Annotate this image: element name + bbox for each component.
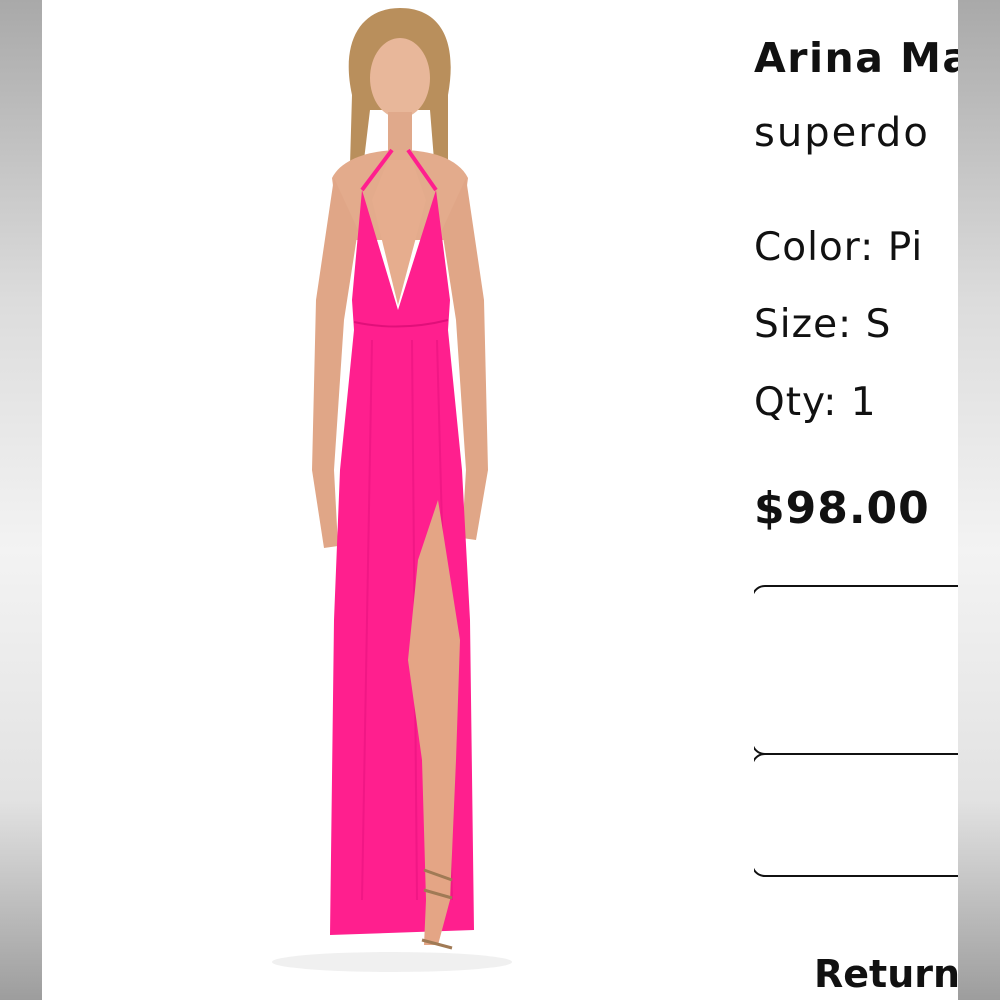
left-blur-border [0, 0, 42, 1000]
product-title[interactable]: Arina Ma [754, 34, 958, 82]
floor-shadow [272, 952, 512, 972]
size-row: Size: S [754, 302, 891, 347]
neck [388, 112, 412, 152]
price: $98.00 [754, 483, 930, 534]
qty-value: 1 [850, 380, 877, 425]
color-row: Color: Pi [754, 225, 923, 270]
returns-link[interactable]: Return [814, 952, 958, 996]
product-photo[interactable] [212, 0, 572, 1000]
qty-row: Qty: 1 [754, 380, 877, 425]
size-label: Size: [754, 302, 853, 347]
action-button-primary[interactable] [754, 585, 958, 755]
face [370, 38, 430, 118]
action-button-secondary[interactable] [754, 753, 958, 877]
order-details: Arina Ma superdo Color: Pi Size: S Qty: 1 $… [754, 0, 958, 1000]
size-value: S [865, 302, 892, 347]
right-blur-border [958, 0, 1000, 1000]
brand-name[interactable]: superdo [754, 110, 930, 156]
product-view: Arina Ma superdo Color: Pi Size: S Qty: 1 $… [42, 0, 958, 1000]
color-value: Pi [887, 225, 924, 270]
color-label: Color: [754, 225, 875, 270]
qty-label: Qty: [754, 380, 838, 425]
